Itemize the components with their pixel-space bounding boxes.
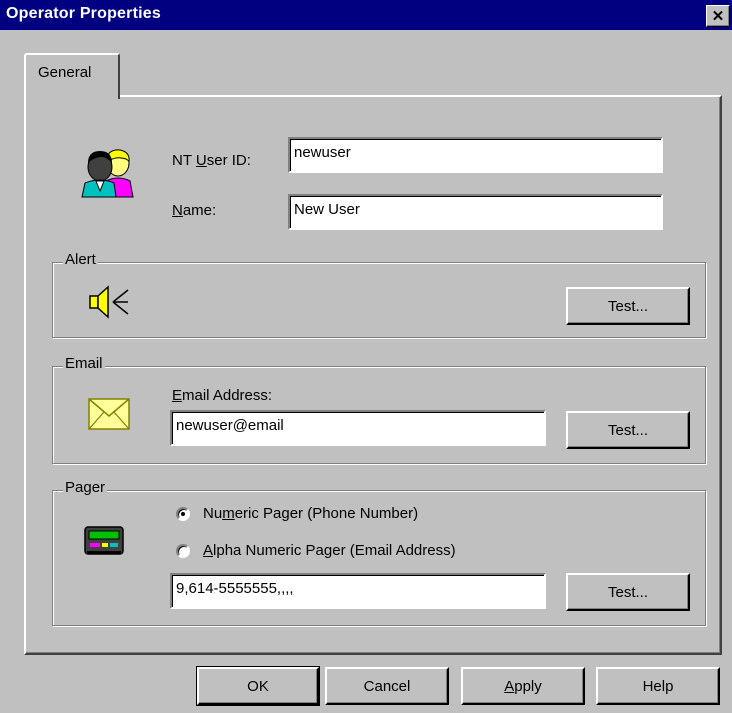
close-button[interactable]: ✕ bbox=[706, 5, 730, 27]
nt-user-id-label: NT User ID: bbox=[172, 152, 251, 169]
pager-number-field[interactable]: 9,614-5555555,,,, bbox=[170, 573, 546, 609]
numeric-pager-label[interactable]: Numeric Pager (Phone Number) bbox=[203, 505, 418, 522]
alert-legend: Alert bbox=[63, 251, 98, 268]
users-icon bbox=[81, 149, 134, 198]
pager-test-button[interactable]: Test... bbox=[566, 573, 690, 611]
title-bar: Operator Properties ✕ bbox=[0, 0, 732, 30]
cancel-button[interactable]: Cancel bbox=[325, 667, 449, 705]
help-button[interactable]: Help bbox=[596, 667, 720, 705]
tab-general-label: General bbox=[38, 64, 92, 81]
envelope-icon bbox=[88, 398, 130, 430]
email-test-button[interactable]: Test... bbox=[566, 411, 690, 449]
email-address-label: Email Address: bbox=[172, 387, 273, 404]
speaker-icon bbox=[89, 285, 129, 319]
window-title: Operator Properties bbox=[6, 5, 161, 22]
apply-button[interactable]: Apply bbox=[461, 667, 585, 705]
pager-legend: Pager bbox=[63, 479, 108, 496]
alert-test-button[interactable]: Test... bbox=[566, 287, 690, 325]
nt-user-id-field[interactable]: newuser bbox=[288, 137, 663, 173]
pager-icon bbox=[84, 526, 124, 555]
email-legend: Email bbox=[63, 355, 105, 372]
name-field[interactable]: New User bbox=[288, 194, 663, 230]
alpha-pager-label[interactable]: Alpha Numeric Pager (Email Address) bbox=[203, 542, 456, 559]
close-icon: ✕ bbox=[711, 7, 725, 25]
email-address-field[interactable]: newuser@email bbox=[170, 410, 546, 446]
name-label: Name: bbox=[172, 202, 217, 219]
numeric-pager-radio[interactable] bbox=[176, 507, 190, 521]
alpha-pager-radio[interactable] bbox=[176, 544, 190, 558]
tab-general[interactable]: General bbox=[24, 53, 120, 99]
numeric-pager-radio-dot bbox=[181, 512, 185, 516]
ok-button[interactable]: OK bbox=[196, 666, 320, 706]
